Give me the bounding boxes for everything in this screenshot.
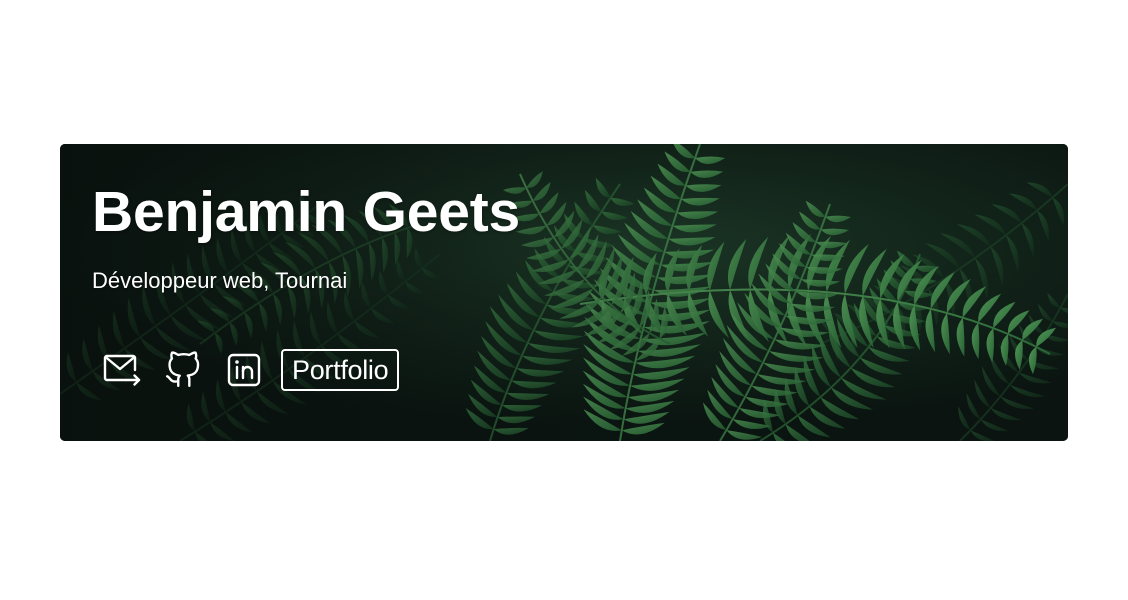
linkedin-link[interactable]: [222, 348, 266, 392]
profile-subtitle: Développeur web, Tournai: [92, 268, 348, 293]
linkedin-icon: [227, 353, 261, 387]
github-icon: [165, 351, 200, 388]
social-links: Portfolio: [100, 348, 400, 392]
portfolio-button[interactable]: Portfolio: [281, 349, 400, 391]
github-link[interactable]: [161, 348, 205, 392]
profile-header: Benjamin Geets Développeur web, Tournai: [92, 184, 520, 292]
profile-banner-card: Benjamin Geets Développeur web, Tournai: [60, 144, 1068, 441]
email-link[interactable]: [100, 348, 144, 392]
mail-send-icon: [103, 354, 141, 386]
profile-name: Benjamin Geets: [92, 180, 521, 244]
